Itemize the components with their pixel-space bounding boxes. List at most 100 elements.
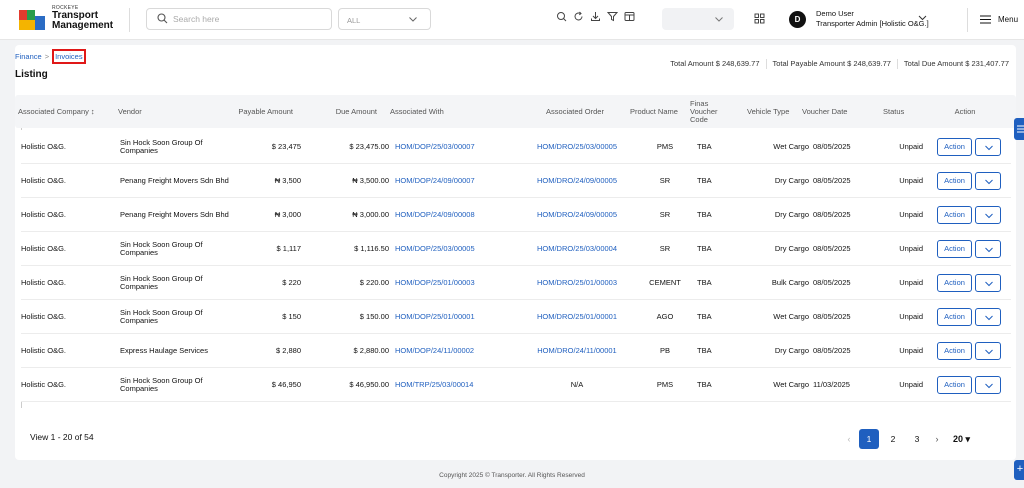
search-icon[interactable] xyxy=(556,11,567,22)
cell-product: PB xyxy=(659,346,670,355)
col-associated-company[interactable]: Associated Company ↕ xyxy=(18,95,118,128)
cell-due: $ 220.00 xyxy=(359,278,389,287)
cell-associated-with-link[interactable]: HOM/DOP/25/03/00007 xyxy=(395,130,505,164)
action-dropdown[interactable] xyxy=(975,342,1001,360)
cell-associated-order-link[interactable]: HOM/DRO/24/09/00005 xyxy=(521,198,633,232)
action-dropdown[interactable] xyxy=(975,274,1001,292)
cell-product: SR xyxy=(659,210,671,219)
action-dropdown[interactable] xyxy=(975,138,1001,156)
cell-voucher-code: TBA xyxy=(697,380,712,389)
chevron-down-icon: ▾ xyxy=(965,433,971,444)
cell-status: Unpaid xyxy=(899,278,923,287)
page-button-1[interactable]: 1 xyxy=(859,429,879,449)
table-row[interactable]: Holistic O&G. Penang Freight Movers Sdn … xyxy=(21,164,1011,198)
breadcrumb-finance[interactable]: Finance xyxy=(15,52,42,61)
table-row[interactable]: Holistic O&G. Sin Hock Soon Group Of Com… xyxy=(21,130,1011,164)
action-button[interactable]: Action xyxy=(937,240,972,258)
cell-voucher-date: 08/05/2025 xyxy=(813,210,851,219)
prev-page-button[interactable]: ‹ xyxy=(841,434,857,444)
cell-associated-order-link[interactable]: HOM/DRO/24/11/00001 xyxy=(521,334,633,368)
action-button[interactable]: Action xyxy=(937,376,972,394)
cell-associated-order-link[interactable]: HOM/DRO/24/09/00005 xyxy=(521,164,633,198)
cell-voucher-code: TBA xyxy=(697,278,712,287)
page-button-2[interactable]: 2 xyxy=(883,429,903,449)
pagination: ‹ 1 2 3 › 20 ▾ xyxy=(841,428,970,450)
table-row[interactable]: Holistic O&G. Sin Hock Soon Group Of Com… xyxy=(21,300,1011,334)
app-logo[interactable] xyxy=(17,6,47,34)
grid-icon[interactable] xyxy=(754,13,765,26)
chevron-down-icon[interactable] xyxy=(917,12,928,25)
action-button[interactable]: Action xyxy=(937,274,972,292)
chevron-down-icon xyxy=(985,281,993,287)
action-button[interactable]: Action xyxy=(937,206,972,224)
user-info[interactable]: Demo User Transporter Admin [Holistic O&… xyxy=(816,9,929,29)
action-button[interactable]: Action xyxy=(937,138,972,156)
cell-associated-with-link[interactable]: HOM/TRP/25/03/00014 xyxy=(395,368,505,402)
cell-associated-order-link[interactable]: HOM/DRO/25/03/00004 xyxy=(521,232,633,266)
cell-vehicle: Dry Cargo xyxy=(774,176,809,185)
totals-summary: Total Amount $ 248,639.77 Total Payable … xyxy=(664,59,1015,69)
cell-payable: ₦ 3,000 xyxy=(274,210,301,219)
side-panel-toggle[interactable] xyxy=(1014,118,1024,140)
page-button-3[interactable]: 3 xyxy=(907,429,927,449)
cell-vendor: Sin Hock Soon Group Of Companies xyxy=(120,138,203,155)
table-row[interactable]: Holistic O&G. Express Haulage Services $… xyxy=(21,334,1011,368)
cell-due: $ 23,475.00 xyxy=(349,142,389,151)
col-product-name: Product Name xyxy=(630,106,678,116)
action-button[interactable]: Action xyxy=(937,172,972,190)
cell-due: $ 46,950.00 xyxy=(349,380,389,389)
cell-due: $ 150.00 xyxy=(359,312,389,321)
table-row[interactable]: Holistic O&G. Sin Hock Soon Group Of Com… xyxy=(21,368,1011,402)
cell-voucher-date: 08/05/2025 xyxy=(813,312,851,321)
breadcrumb-invoices[interactable]: Invoices xyxy=(52,49,86,64)
cell-associated-order-link[interactable]: HOM/DRO/25/01/00003 xyxy=(521,266,633,300)
page-size-value: 20 xyxy=(953,433,964,444)
cell-product: PMS xyxy=(656,380,674,389)
search-input[interactable] xyxy=(173,11,323,27)
cell-associated-with-link[interactable]: HOM/DOP/25/01/00003 xyxy=(395,266,505,300)
cell-due: $ 2,880.00 xyxy=(353,346,389,355)
cell-associated-with-link[interactable]: HOM/DOP/24/11/00002 xyxy=(395,334,505,368)
download-icon[interactable] xyxy=(590,11,601,22)
chevron-down-icon xyxy=(985,349,993,355)
table-row[interactable]: Holistic O&G. Sin Hock Soon Group Of Com… xyxy=(21,232,1011,266)
chevron-down-icon xyxy=(408,14,418,26)
tenant-select[interactable] xyxy=(662,8,734,30)
page-size-select[interactable]: 20 ▾ xyxy=(953,434,970,445)
action-dropdown[interactable] xyxy=(975,308,1001,326)
toolbar-icons xyxy=(556,11,635,22)
search-box[interactable] xyxy=(146,8,332,30)
cell-vehicle: Wet Cargo xyxy=(773,142,809,151)
action-button[interactable]: Action xyxy=(937,308,972,326)
refresh-icon[interactable] xyxy=(573,11,584,22)
cell-product: CEMENT xyxy=(649,278,681,287)
action-dropdown[interactable] xyxy=(975,172,1001,190)
table-row[interactable]: Holistic O&G. Sin Hock Soon Group Of Com… xyxy=(21,266,1011,300)
columns-icon[interactable] xyxy=(624,11,635,22)
add-button[interactable]: + xyxy=(1014,460,1024,480)
action-dropdown[interactable] xyxy=(975,376,1001,394)
cell-voucher-date: 08/05/2025 xyxy=(813,278,851,287)
filter-icon[interactable] xyxy=(606,11,619,22)
cell-associated-with-link[interactable]: HOM/DOP/25/01/00001 xyxy=(395,300,505,334)
action-button[interactable]: Action xyxy=(937,342,972,360)
cell-company: Holistic O&G. xyxy=(21,312,67,321)
menu-label: Menu xyxy=(998,15,1019,24)
cell-associated-with-link[interactable]: HOM/DOP/24/09/00008 xyxy=(395,198,505,232)
cell-associated-with-link[interactable]: HOM/DOP/25/03/00005 xyxy=(395,232,505,266)
table-row[interactable]: Holistic O&G. Penang Freight Movers Sdn … xyxy=(21,198,1011,232)
cell-associated-with-link[interactable]: HOM/DOP/24/09/00007 xyxy=(395,164,505,198)
cell-vendor: Express Haulage Services xyxy=(120,346,208,355)
action-dropdown[interactable] xyxy=(975,206,1001,224)
next-page-button[interactable]: › xyxy=(929,434,945,444)
cell-product: SR xyxy=(659,244,671,253)
cell-payable: $ 23,475 xyxy=(271,142,301,151)
cell-associated-order-link[interactable]: HOM/DRO/25/03/00005 xyxy=(521,130,633,164)
filter-select[interactable]: ALL xyxy=(338,8,431,30)
cell-vehicle: Wet Cargo xyxy=(773,380,809,389)
action-dropdown[interactable] xyxy=(975,240,1001,258)
copyright: Copyright 2025 © Transporter. All Rights… xyxy=(439,472,585,479)
avatar[interactable]: D xyxy=(789,11,806,28)
cell-associated-order-link[interactable]: HOM/DRO/25/01/00001 xyxy=(521,300,633,334)
cell-status: Unpaid xyxy=(899,176,923,185)
